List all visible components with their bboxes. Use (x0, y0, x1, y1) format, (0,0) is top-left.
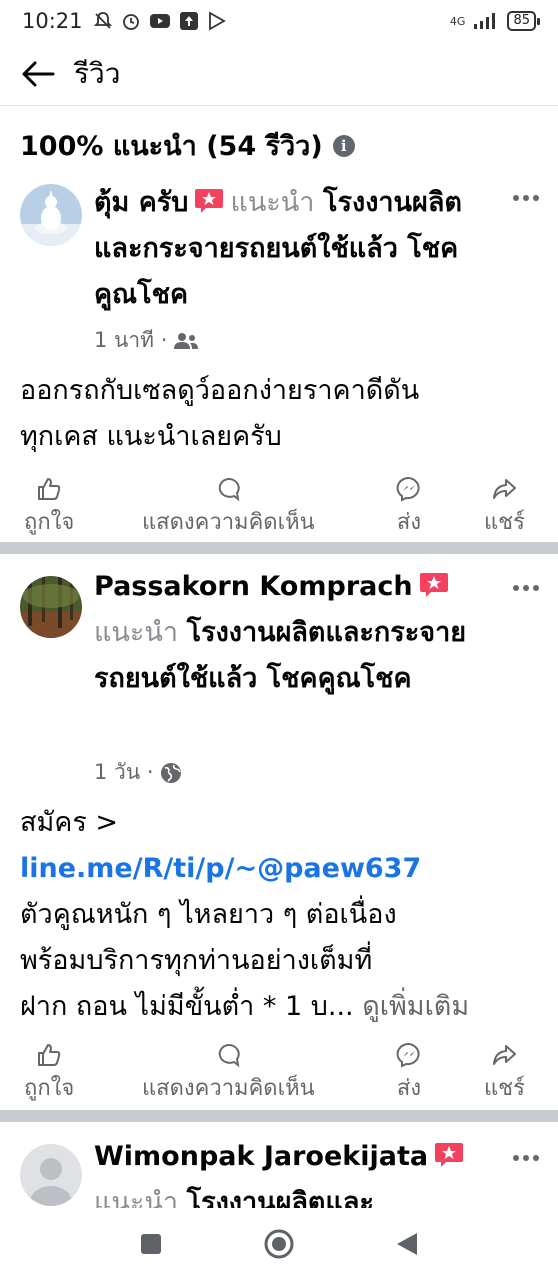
post-separator (0, 542, 558, 554)
send-button[interactable]: ส่ง (396, 1042, 422, 1105)
dot (523, 1155, 529, 1161)
body-line-text: ฝาก ถอน ไม่มีขั้นต่ำ * 1 บ... (20, 991, 354, 1022)
dot (533, 585, 539, 591)
mute-bell-icon (93, 12, 112, 29)
dot (513, 585, 519, 591)
share-label: แชร์ (484, 1076, 525, 1101)
network-type: 4G (449, 14, 466, 28)
status-system-icons: 4G 85 (449, 11, 540, 31)
play-store-icon (208, 11, 226, 31)
post-actions: ถูกใจ แสดงความคิดเห็น ส่ง แชร์ (0, 1042, 558, 1112)
see-more-link[interactable]: ดูเพิ่มเติม (362, 991, 469, 1022)
post-meta: 1 นาที · (94, 324, 199, 357)
more-options-button[interactable] (508, 188, 544, 208)
body-line: ฝาก ถอน ไม่มีขั้นต่ำ * 1 บ... ดูเพิ่มเติ… (20, 984, 540, 1030)
back-nav-icon[interactable] (395, 1231, 419, 1257)
recommend-label: แนะนำ (230, 187, 315, 218)
more-options-button[interactable] (508, 578, 544, 598)
send-button[interactable]: ส่ง (396, 476, 422, 539)
home-icon[interactable] (263, 1228, 295, 1260)
like-label: ถูกใจ (24, 510, 75, 535)
friends-icon (174, 332, 199, 349)
status-notification-icons (93, 11, 227, 31)
system-nav-bar (0, 1208, 558, 1280)
comment-button[interactable]: แสดงความคิดเห็น (142, 476, 315, 539)
recommend-label: แนะนำ (94, 1187, 178, 1208)
recommend-badge-icon (435, 1143, 464, 1167)
comment-icon (219, 1043, 240, 1068)
share-button[interactable]: แชร์ (484, 1042, 525, 1105)
share-label: แชร์ (484, 510, 525, 535)
body-line: ออกรถกับเซลดูว์ออกง่ายราคาดีดัน (20, 375, 420, 406)
post-time[interactable]: 1 วัน · (94, 756, 154, 789)
app-header: รีวิว (0, 42, 558, 106)
post-actions: ถูกใจ แสดงความคิดเห็น ส่ง แชร์ (0, 476, 558, 546)
like-button[interactable]: ถูกใจ (24, 1042, 74, 1105)
body-line: ตัวคูณหนัก ๆ ไหลยาว ๆ ต่อเนื่อง (20, 899, 397, 930)
dot (513, 1155, 519, 1161)
upload-icon (179, 12, 198, 30)
globe-icon (160, 762, 181, 783)
battery-indicator: 85 (507, 11, 540, 31)
send-label: ส่ง (396, 1076, 422, 1101)
like-label: ถูกใจ (24, 1076, 75, 1101)
avatar[interactable] (20, 1144, 82, 1206)
recommend-badge-icon (419, 573, 448, 597)
messenger-icon (396, 476, 420, 502)
share-arrow-icon (493, 1045, 517, 1065)
review-summary: 100% แนะนำ (54 รีวิว) i (20, 124, 355, 167)
page-name[interactable]: โรงงานผลิตและ (187, 1187, 374, 1208)
messenger-icon (396, 1042, 420, 1068)
avatar[interactable] (20, 184, 82, 246)
back-button[interactable] (18, 54, 58, 94)
page-title: รีวิว (74, 56, 121, 90)
line-link[interactable]: line.me/R/ti/p/~@paew637 (20, 846, 540, 892)
comment-button[interactable]: แสดงความคิดเห็น (142, 1042, 315, 1105)
dot (523, 585, 529, 591)
status-time: 10:21 (22, 9, 83, 33)
post-time[interactable]: 1 นาที · (94, 324, 167, 357)
author-name[interactable]: ตุ้ม ครับ (94, 187, 188, 218)
body-line: ทุกเคส แนะนำเลยครับ (20, 421, 282, 452)
post-heading: ตุ้ม ครับ แนะนำ โรงงานผลิตและกระจายรถยนต์… (94, 180, 489, 318)
recommend-badge-icon (195, 189, 224, 213)
review-post: Wimonpak Jaroekijata แนะนำ โรงงานผลิตและ (0, 1130, 558, 1208)
recent-apps-icon[interactable] (139, 1232, 163, 1256)
dot (533, 195, 539, 201)
share-arrow-icon (493, 479, 517, 499)
status-bar: 10:21 4G 85 (0, 0, 558, 42)
post-heading: Wimonpak Jaroekijata แนะนำ โรงงานผลิตและ (94, 1134, 489, 1208)
post-heading: Passakorn Komprachแนะนำ โรงงานผลิตและกระ… (94, 564, 489, 702)
dot (513, 195, 519, 201)
like-button[interactable]: ถูกใจ (24, 476, 74, 539)
comment-label: แสดงความคิดเห็น (142, 510, 315, 535)
recommend-label: แนะนำ (94, 617, 178, 648)
arrow-left-icon (22, 61, 55, 86)
avatar[interactable] (20, 576, 82, 638)
post-body: สมัคร > line.me/R/ti/p/~@paew637 ตัวคูณห… (20, 800, 540, 1030)
thumbs-up-icon (38, 478, 61, 500)
post-meta: 1 วัน · (94, 756, 182, 789)
comment-label: แสดงความคิดเห็น (142, 1076, 315, 1101)
comment-icon (219, 477, 240, 502)
send-label: ส่ง (396, 510, 422, 535)
body-line: สมัคร > (20, 807, 119, 838)
dot (523, 195, 529, 201)
thumbs-up-icon (38, 1044, 61, 1066)
info-icon[interactable]: i (332, 134, 355, 157)
post-body: ออกรถกับเซลดูว์ออกง่ายราคาดีดัน ทุกเคส แ… (20, 368, 540, 460)
share-button[interactable]: แชร์ (484, 476, 525, 539)
summary-text: 100% แนะนำ (54 รีวิว) (20, 131, 323, 162)
body-line: พร้อมบริการทุกท่านอย่างเต็มที่ (20, 945, 373, 976)
youtube-icon (149, 14, 170, 28)
author-name[interactable]: Wimonpak Jaroekijata (94, 1141, 428, 1172)
alarm-icon (122, 14, 139, 30)
signal-icon (474, 13, 496, 29)
author-name[interactable]: Passakorn Komprach (94, 571, 413, 602)
more-options-button[interactable] (508, 1148, 544, 1168)
dot (533, 1155, 539, 1161)
post-separator (0, 1110, 558, 1122)
